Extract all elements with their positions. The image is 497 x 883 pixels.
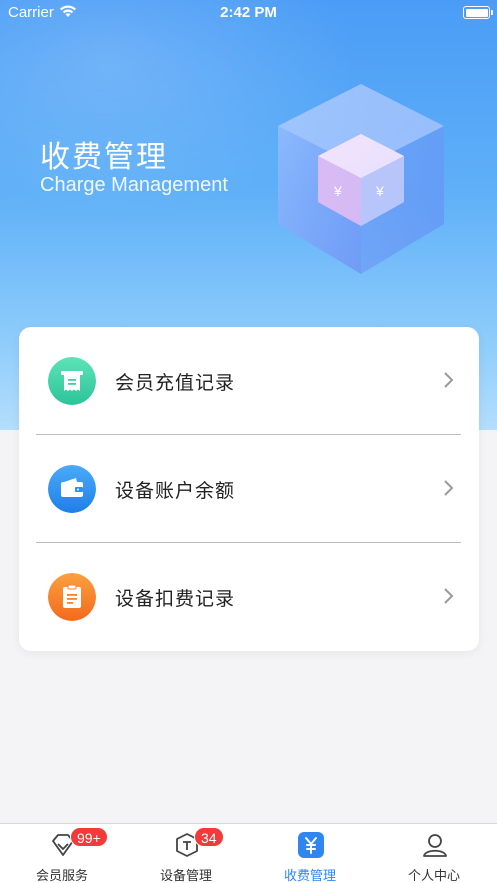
status-time: 2:42 PM: [220, 4, 277, 21]
cube-yen-right: ¥: [375, 183, 384, 199]
menu-item-label: 设备账户余额: [115, 481, 236, 502]
cube-illustration: ¥ ¥: [278, 84, 444, 274]
menu-card: 会员充值记录 设备账户余额 设备扣费记录: [19, 327, 479, 651]
tab-label: 会员服务: [35, 868, 88, 883]
user-icon: [423, 834, 447, 857]
tab-device-management[interactable]: 34 设备管理: [124, 824, 248, 883]
tab-label: 设备管理: [159, 868, 212, 883]
tab-personal-center[interactable]: 个人中心: [372, 824, 496, 883]
tab-member-service[interactable]: 99+ 会员服务: [0, 824, 124, 883]
cube-yen-left: ¥: [333, 183, 342, 199]
chevron-right-icon: [444, 372, 454, 388]
yen-icon: [298, 832, 324, 858]
menu-item-device-balance[interactable]: 设备账户余额: [19, 435, 479, 543]
menu-item-label: 设备扣费记录: [115, 589, 236, 610]
receipt-icon: [48, 357, 96, 405]
page-subtitle: Charge Management: [40, 174, 228, 196]
badge-count: 99+: [70, 827, 108, 847]
tab-charge-management[interactable]: 收费管理: [248, 824, 372, 883]
status-bar: Carrier 2:42 PM: [0, 0, 497, 26]
chevron-right-icon: [444, 480, 454, 496]
wallet-icon: [48, 465, 96, 513]
clipboard-icon: [48, 573, 96, 621]
menu-item-device-deduction[interactable]: 设备扣费记录: [19, 543, 479, 651]
menu-item-member-recharge[interactable]: 会员充值记录: [19, 327, 479, 435]
battery-icon: [463, 6, 493, 19]
tab-bar: 99+ 会员服务 34 设备管理 收费管理 个人中心: [0, 823, 497, 883]
page-title: 收费管理: [40, 141, 168, 174]
tab-label: 个人中心: [407, 868, 460, 883]
menu-item-label: 会员充值记录: [115, 373, 236, 394]
tab-label: 收费管理: [283, 868, 336, 883]
chevron-right-icon: [444, 588, 454, 604]
badge-count: 34: [194, 827, 224, 847]
